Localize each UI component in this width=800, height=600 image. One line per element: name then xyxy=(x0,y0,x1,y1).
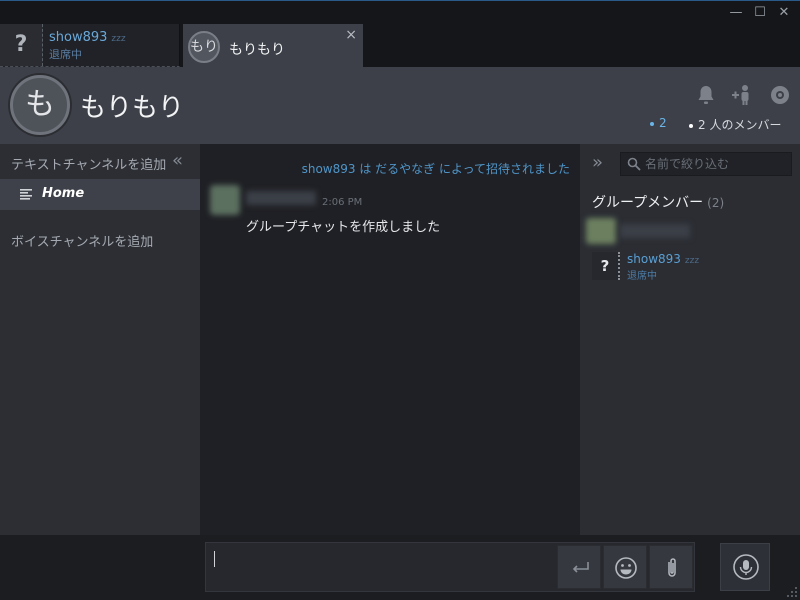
expand-panel-icon[interactable]: » xyxy=(592,152,603,173)
member-count: 2 人のメンバー xyxy=(689,116,781,133)
tab-user-name: show893 zzz xyxy=(49,30,126,45)
online-dot-icon xyxy=(650,121,654,126)
search-icon xyxy=(627,157,641,171)
tab-user-status: 退席中 xyxy=(49,48,82,61)
title-bar: — ☐ ✕ xyxy=(0,0,800,24)
text-channel-icon xyxy=(20,189,32,200)
unknown-avatar: ? xyxy=(592,252,620,280)
unknown-avatar: ? xyxy=(0,24,43,66)
member-name-blurred xyxy=(620,224,690,238)
online-count-text: 2 xyxy=(659,116,667,130)
paperclip-icon xyxy=(668,558,676,577)
channel-item-home[interactable]: Home xyxy=(0,179,200,210)
online-count: 2 xyxy=(650,116,667,130)
maximize-button[interactable]: ☐ xyxy=(751,5,769,21)
message-text: グループチャットを作成しました xyxy=(246,220,441,235)
member-filter-input[interactable] xyxy=(645,156,785,172)
channel-label: Home xyxy=(42,186,85,201)
group-title: もりもり xyxy=(80,93,185,123)
members-panel: » グループメンバー(2) ? show893zzz 退席中 xyxy=(580,144,800,535)
tab-bar: ? show893 zzz 退席中 もり もりもり × xyxy=(0,24,800,67)
message-timestamp: 2:06 PM xyxy=(322,197,363,208)
send-button[interactable] xyxy=(557,545,601,589)
collapse-sidebar-icon[interactable]: « xyxy=(172,150,183,171)
add-friend-icon[interactable] xyxy=(730,83,754,107)
message-author-name-blurred xyxy=(246,191,316,205)
voice-chat-button[interactable] xyxy=(720,543,770,591)
composer-bar xyxy=(0,535,800,600)
member-status: 退席中 xyxy=(627,271,657,282)
add-voice-channel-button[interactable]: ボイスチャンネルを追加 xyxy=(11,231,153,250)
chat-area: show893 は だるやなぎ によって招待されました 2:06 PM グループ… xyxy=(200,144,580,535)
add-text-channel-button[interactable]: テキストチャンネルを追加 xyxy=(11,154,166,173)
bell-icon[interactable] xyxy=(694,83,718,107)
resize-grip-icon[interactable] xyxy=(786,586,798,598)
enter-icon xyxy=(572,562,589,573)
smiley-icon xyxy=(615,557,637,579)
microphone-icon xyxy=(733,554,759,580)
members-heading: グループメンバー (2) xyxy=(592,192,724,212)
tab-group-name: もりもり xyxy=(229,42,285,58)
member-name: show893 zzz xyxy=(627,252,699,266)
gear-icon[interactable] xyxy=(768,83,792,107)
tab-close-icon[interactable]: × xyxy=(345,27,357,43)
tab-show893[interactable]: ? show893 zzz 退席中 xyxy=(0,24,180,67)
member-item-blurred[interactable] xyxy=(586,218,690,244)
member-filter[interactable] xyxy=(620,152,792,176)
tab-user-name-text: show893 xyxy=(49,30,108,45)
text-caret xyxy=(214,551,215,567)
members-heading-count: (2) xyxy=(707,196,725,210)
minimize-button[interactable]: — xyxy=(727,5,745,21)
system-message: show893 は だるやなぎ によって招待されました xyxy=(301,162,570,176)
member-avatar-blurred xyxy=(586,218,616,244)
away-zzz-icon: zzz xyxy=(684,256,700,266)
group-avatar[interactable]: も xyxy=(10,75,70,135)
member-count-text: 2 人のメンバー xyxy=(698,118,782,132)
attach-button[interactable] xyxy=(649,545,693,589)
message-author-avatar[interactable] xyxy=(210,185,240,215)
member-name-text: show893 xyxy=(627,252,681,266)
group-header: も もりもり 2 2 人のメンバー xyxy=(0,67,800,144)
channel-sidebar: テキストチャンネルを追加 « Home ボイスチャンネルを追加 xyxy=(0,144,200,535)
emoticon-button[interactable] xyxy=(603,545,647,589)
member-item[interactable]: ? show893 zzz 退席中 xyxy=(592,252,792,282)
group-avatar-small: もり xyxy=(188,31,220,63)
member-dot-icon xyxy=(689,123,693,128)
tab-morimori[interactable]: もり もりもり × xyxy=(183,24,363,67)
away-zzz-icon: zzz xyxy=(111,34,126,44)
close-window-button[interactable]: ✕ xyxy=(775,5,793,21)
members-heading-text: グループメンバー xyxy=(592,195,704,211)
